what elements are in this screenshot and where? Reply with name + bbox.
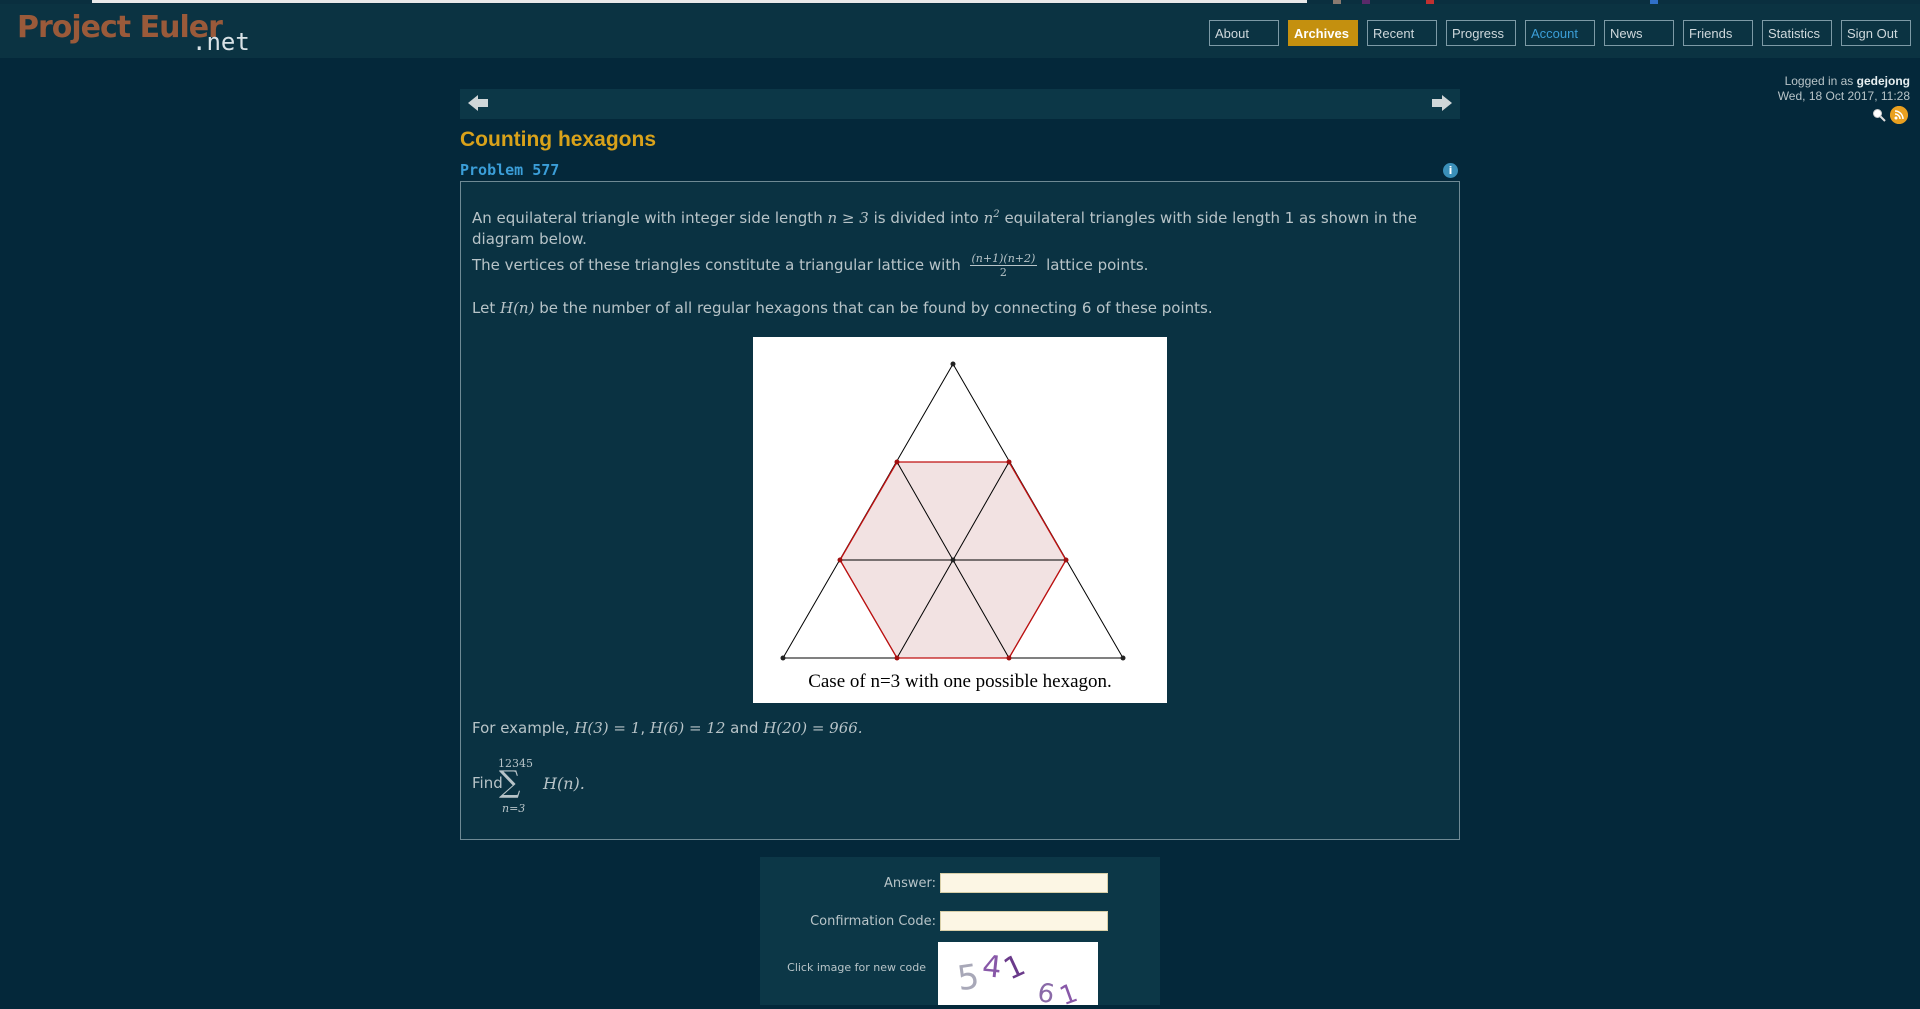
p3-math: H(n) [499,299,535,317]
p1-math-exp: 2 [993,209,1000,220]
example-h20: H(20) = 966. [763,719,863,737]
sum-lower-limit: n=3 [502,802,526,815]
user-info: Logged in as gedejong Wed, 18 Oct 2017, … [1778,74,1910,104]
p1-text-a: An equilateral triangle with integer sid… [472,209,823,227]
fraction-numerator: (n+1)(n+2) [969,252,1038,266]
sigma-symbol: ∑ [499,765,521,800]
site-header: Project Euler .net About Archives Recent… [0,4,1920,58]
logged-in-line: Logged in as gedejong [1778,74,1910,89]
example-and: and [730,719,759,737]
problem-title: Counting hexagons [460,128,656,151]
arrow-left-icon[interactable] [466,93,490,113]
answer-input[interactable] [940,873,1108,893]
diagram-caption: Case of n=3 with one possible hexagon. [808,671,1112,692]
nav-sign-out[interactable]: Sign Out [1841,20,1911,46]
p1-math-n2: n2 [984,209,1000,227]
captcha-glyphs: 5 4 1 6 1 [955,948,1082,1009]
answer-label: Answer: [883,876,936,891]
nav-about[interactable]: About [1209,20,1279,46]
p1-text-c: equilateral triangles with side length 1… [1004,209,1417,227]
hexagon-diagram: Case of n=3 with one possible hexagon. [753,337,1167,703]
p1-math-n: n ≥ 3 [827,209,869,227]
paragraph-3: Let H(n) be the number of all regular he… [472,299,1213,317]
address-bar-remnant [92,0,1307,3]
nav-progress[interactable]: Progress [1446,20,1516,46]
captcha-glyph: 1 [1056,978,1082,1005]
main-nav: About Archives Recent Progress Account N… [0,20,1920,50]
lattice-fraction: (n+1)(n+2) 2 [969,252,1038,279]
p1-text-b: is divided into [873,209,979,227]
example-prefix: For example, [472,719,570,737]
nav-friends[interactable]: Friends [1683,20,1753,46]
problem-content: An equilateral triangle with integer sid… [460,181,1460,840]
nav-statistics[interactable]: Statistics [1762,20,1832,46]
nav-news[interactable]: News [1604,20,1674,46]
example-h6: H(6) = 12 [649,719,726,737]
captcha-image[interactable]: 5 4 1 6 1 [938,942,1098,1009]
confirmation-label: Confirmation Code: [810,914,936,929]
problem-number: Problem 577 [460,161,560,179]
example-h3: H(3) = 1 [574,719,641,737]
p1-math-base: n [983,209,994,227]
username[interactable]: gedejong [1857,74,1910,88]
nav-archives[interactable]: Archives [1288,20,1358,46]
answer-form: Answer: Confirmation Code: Click image f… [760,857,1160,1009]
p2-text-b: lattice points. [1046,256,1149,274]
user-tools [1860,106,1910,126]
captcha-glyph: 5 [955,957,982,1000]
captcha-glyph: 1 [999,948,1031,988]
fraction-denominator: 2 [999,266,1007,279]
rss-icon[interactable] [1890,106,1908,124]
captcha-glyph: 6 [1035,978,1057,1005]
example-line: For example, H(3) = 1, H(6) = 12 and H(2… [472,719,863,737]
confirmation-input[interactable] [940,911,1108,931]
captcha-hint: Click image for new code [787,961,926,974]
current-datetime: Wed, 18 Oct 2017, 11:28 [1777,89,1910,103]
summation: 12345 ∑ n=3 [497,757,537,817]
paragraph-2: The vertices of these triangles constitu… [472,252,1148,279]
paragraph-1: An equilateral triangle with integer sid… [472,209,1417,227]
paragraph-1-cont: diagram below. [472,230,587,248]
arrow-right-icon[interactable] [1430,93,1454,113]
info-icon[interactable]: i [1443,163,1458,178]
p3-text-b: be the number of all regular hexagons th… [539,299,1213,317]
logged-in-prefix: Logged in as [1784,74,1854,88]
p3-text-a: Let [472,299,496,317]
sum-expression: H(n). [543,774,585,793]
p2-text-a: The vertices of these triangles constitu… [472,256,961,274]
search-icon[interactable] [1872,108,1886,122]
problem-navigation [460,89,1460,119]
triangle-lattice-svg [780,361,1126,661]
nav-recent[interactable]: Recent [1367,20,1437,46]
nav-account[interactable]: Account [1525,20,1595,46]
